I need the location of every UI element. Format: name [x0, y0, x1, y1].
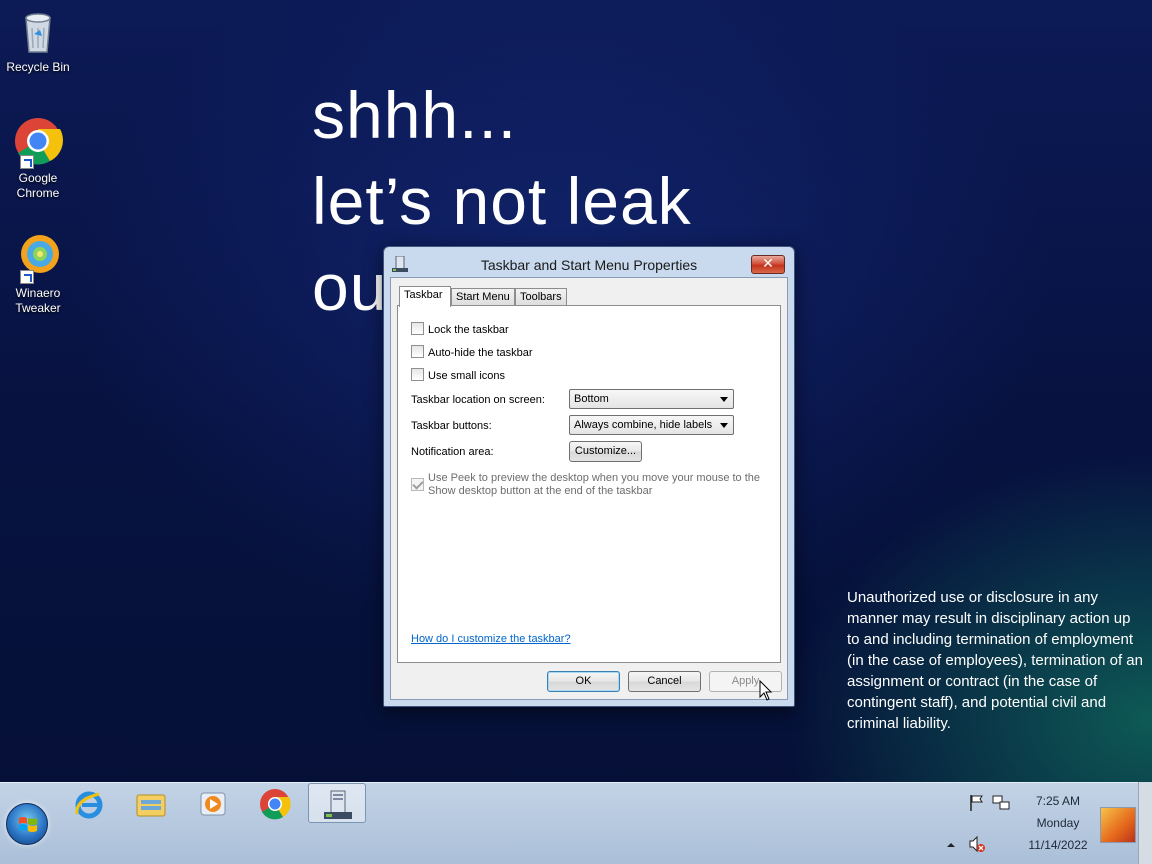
customize-button[interactable]: Customize... — [569, 441, 642, 462]
close-button[interactable]: ✕ — [751, 255, 785, 274]
dropdown-arrow-icon — [720, 397, 728, 402]
volume-muted-icon[interactable] — [968, 835, 986, 853]
chrome-label-line1: Google — [18, 171, 58, 185]
taskbar: 7:25 AM Monday 11/14/2022 — [0, 782, 1152, 864]
screen-edge-scrollbar — [1138, 782, 1152, 864]
location-label: Taskbar location on screen: — [411, 394, 545, 406]
show-hidden-icons-chevron-icon[interactable] — [945, 836, 957, 854]
taskbar-internet-explorer[interactable] — [60, 783, 118, 823]
windows-logo-icon — [18, 815, 38, 835]
show-desktop-button[interactable] — [1100, 807, 1136, 843]
dropdown-arrow-icon — [720, 423, 728, 428]
recycle-bin-label: Recycle Bin — [6, 60, 70, 74]
desktop-icon-recycle-bin[interactable]: Recycle Bin — [4, 6, 72, 75]
close-icon: ✕ — [762, 256, 774, 272]
mouse-cursor-icon — [759, 679, 773, 706]
taskbar-buttons-label: Taskbar buttons: — [411, 420, 492, 432]
location-select-value: Bottom — [574, 393, 609, 405]
taskbar-buttons-select[interactable]: Always combine, hide labels — [569, 415, 734, 435]
internet-explorer-icon — [73, 788, 105, 820]
desktop-icon-winaero-tweaker[interactable]: Winaero Tweaker — [4, 232, 72, 316]
auto-hide-checkbox[interactable] — [411, 345, 424, 358]
taskbar-buttons-select-value: Always combine, hide labels — [574, 419, 713, 431]
winaero-label-line2: Tweaker — [15, 301, 61, 315]
dialog-titlebar[interactable]: Taskbar and Start Menu Properties ✕ — [384, 247, 794, 277]
small-icons-checkbox[interactable] — [411, 368, 424, 381]
lock-taskbar-option[interactable]: Lock the taskbar — [411, 322, 509, 336]
winaero-label-line1: Winaero — [15, 286, 61, 300]
clock-day[interactable]: Monday — [1028, 816, 1088, 830]
clock-time[interactable]: 7:25 AM — [1028, 794, 1088, 808]
shortcut-arrow-icon — [20, 155, 34, 169]
media-player-icon — [197, 788, 229, 820]
small-icons-option[interactable]: Use small icons — [411, 368, 505, 382]
tab-toolbars[interactable]: Toolbars — [515, 288, 567, 306]
chrome-icon — [259, 788, 291, 820]
desktop-icon-google-chrome[interactable]: Google Chrome — [4, 117, 72, 201]
location-select[interactable]: Bottom — [569, 389, 734, 409]
dialog-title: Taskbar and Start Menu Properties — [480, 257, 698, 273]
tab-start-menu[interactable]: Start Menu — [451, 288, 515, 306]
network-icon[interactable] — [992, 794, 1010, 812]
action-center-flag-icon[interactable] — [968, 794, 986, 812]
shortcut-arrow-icon — [20, 270, 34, 284]
taskbar-tab-panel: Lock the taskbar Auto-hide the taskbar U… — [397, 305, 781, 663]
taskbar-google-chrome[interactable] — [246, 783, 304, 823]
taskbar-media-player[interactable] — [184, 783, 242, 823]
cancel-button[interactable]: Cancel — [628, 671, 701, 692]
taskbar-properties-window[interactable] — [308, 783, 366, 823]
lock-taskbar-label: Lock the taskbar — [428, 324, 509, 336]
ok-button[interactable]: OK — [547, 671, 620, 692]
notification-area-label: Notification area: — [411, 446, 494, 458]
peek-label: Use Peek to preview the desktop when you… — [428, 472, 761, 497]
clock-date[interactable]: 11/14/2022 — [1028, 838, 1088, 852]
small-icons-label: Use small icons — [428, 370, 506, 382]
wallpaper-line-2: let’s not leak — [312, 164, 692, 238]
winaero-tweaker-icon — [12, 232, 64, 284]
start-button[interactable] — [6, 803, 48, 845]
auto-hide-label: Auto-hide the taskbar — [428, 347, 533, 359]
chrome-icon — [12, 117, 64, 169]
help-link[interactable]: How do I customize the taskbar? — [411, 633, 571, 645]
peek-option: Use Peek to preview the desktop when you… — [411, 472, 771, 498]
disclaimer-text: Unauthorized use or disclosure in any ma… — [847, 589, 1143, 732]
taskbar-properties-icon — [322, 789, 354, 821]
chrome-label-line2: Chrome — [16, 186, 60, 200]
wallpaper-line-1: shhh... — [312, 78, 518, 152]
auto-hide-option[interactable]: Auto-hide the taskbar — [411, 345, 533, 359]
taskbar-windows-explorer[interactable] — [122, 783, 180, 823]
taskbar-properties-dialog: Taskbar and Start Menu Properties ✕ Task… — [383, 246, 795, 707]
recycle-bin-icon — [12, 6, 64, 58]
lock-taskbar-checkbox[interactable] — [411, 322, 424, 335]
folder-icon — [135, 788, 167, 820]
tab-taskbar[interactable]: Taskbar — [399, 286, 451, 307]
dialog-client-area: Taskbar Start Menu Toolbars Lock the tas… — [390, 277, 788, 700]
peek-checkbox — [411, 478, 424, 491]
